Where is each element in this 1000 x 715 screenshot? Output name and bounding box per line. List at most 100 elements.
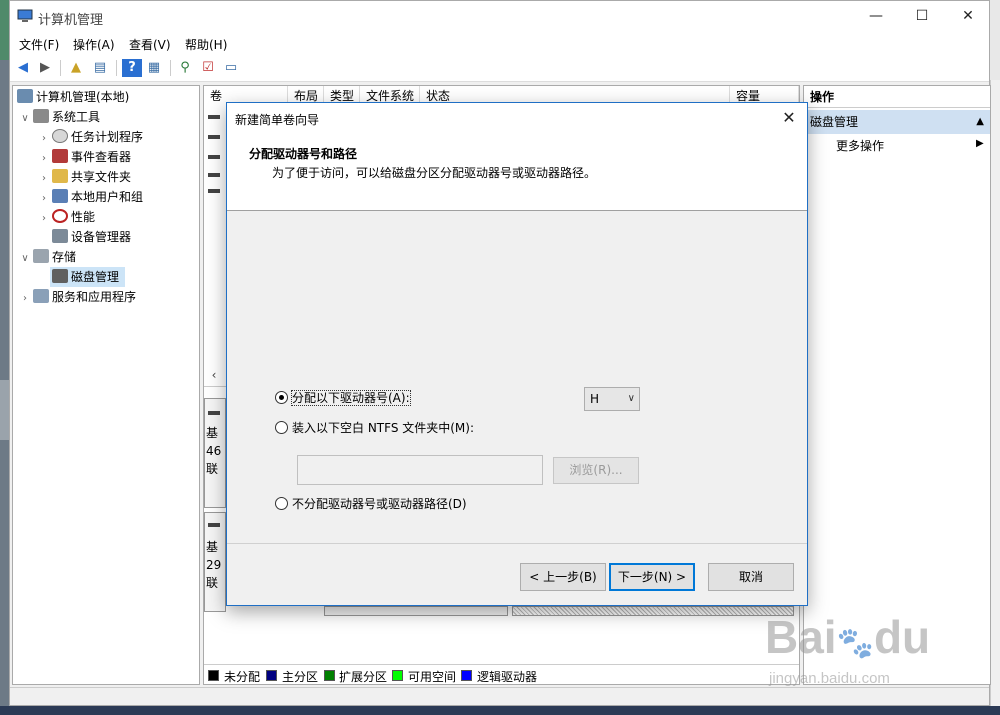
more-actions-item[interactable]: 更多操作 (836, 136, 884, 156)
clock-icon (52, 129, 68, 143)
submenu-arrow-icon: ▶ (976, 138, 984, 149)
navigation-tree: 计算机管理(本地) ∨ 系统工具 › 任务计划程序 › 事件查看器 › 共享文件夹 › 本… (12, 85, 200, 685)
chevron-right-icon[interactable]: › (38, 169, 50, 189)
minimize-button[interactable]: — (853, 1, 899, 31)
option-mount-folder[interactable]: 装入以下空白 NTFS 文件夹中(M): (275, 419, 474, 437)
tree-item-local-users[interactable]: › 本地用户和组 (38, 187, 143, 207)
volume-row-icon[interactable] (208, 112, 222, 122)
checklist-icon[interactable]: ☑ (198, 59, 218, 77)
tree-item-shared-folders[interactable]: › 共享文件夹 (38, 167, 131, 187)
dialog-title-bar: 新建简单卷向导 ✕ (227, 103, 807, 133)
legend-label-primary: 主分区 (282, 670, 319, 684)
menu-help[interactable]: 帮助(H) (185, 36, 227, 53)
dialog-title: 新建简单卷向导 (235, 113, 320, 127)
radio-assign-letter[interactable] (275, 391, 288, 404)
chevron-right-icon[interactable]: › (19, 289, 31, 309)
chevron-down-icon[interactable]: ∨ (19, 109, 31, 129)
drive-letter-select[interactable]: H ∨ (584, 387, 640, 411)
legend: 未分配 主分区 扩展分区 可用空间 逻辑驱动器 (204, 664, 799, 684)
menu-view[interactable]: 查看(V) (129, 36, 171, 53)
disk-icon (52, 269, 68, 283)
actions-panel: 操作 磁盘管理 ▲ 更多操作 ▶ (803, 85, 991, 685)
menu-bar: 文件(F) 操作(A) 查看(V) 帮助(H) (10, 33, 989, 55)
show-hide-tree-icon[interactable]: ▤ (90, 59, 110, 77)
taskbar-strip (0, 706, 1000, 715)
option-assign-letter[interactable]: 分配以下驱动器号(A): (275, 389, 411, 407)
tree-item-device-manager[interactable]: 设备管理器 (50, 227, 131, 247)
actions-section-disk-management[interactable]: 磁盘管理 ▲ (804, 110, 990, 134)
dialog-button-separator (227, 543, 807, 544)
dialog-heading: 分配驱动器号和路径 (249, 147, 358, 161)
radio-mount-folder[interactable] (275, 421, 288, 434)
tree-item-services-apps[interactable]: › 服务和应用程序 (19, 287, 136, 307)
chevron-right-icon[interactable]: › (38, 209, 50, 229)
computer-management-icon (17, 9, 33, 22)
disk-0-icon (208, 408, 222, 418)
back-button[interactable]: < 上一步(B) (520, 563, 606, 591)
menu-action[interactable]: 操作(A) (73, 36, 115, 53)
folder-path-input[interactable] (297, 455, 543, 485)
up-folder-icon[interactable]: ▲ (66, 59, 86, 77)
help-icon[interactable]: ? (122, 59, 142, 77)
legend-label-logical: 逻辑驱动器 (477, 670, 538, 684)
unallocated-bar[interactable] (512, 606, 794, 616)
volume-row-icon[interactable] (208, 132, 222, 142)
chevron-down-icon[interactable]: ∨ (19, 249, 31, 269)
tree-item-event-viewer[interactable]: › 事件查看器 (38, 147, 131, 167)
disk-0-status: 联 (206, 462, 219, 476)
services-icon (33, 289, 49, 303)
tree-item-task-scheduler[interactable]: › 任务计划程序 (38, 127, 143, 147)
back-arrow-icon[interactable]: ◀ (13, 59, 33, 77)
legend-swatch-logical (461, 670, 472, 681)
disk-1-size: 29 (206, 558, 222, 572)
legend-swatch-extended (324, 670, 335, 681)
radio-no-letter[interactable] (275, 497, 288, 510)
chevron-right-icon[interactable]: › (38, 129, 50, 149)
disk-1-status: 联 (206, 576, 219, 590)
dialog-header: 分配驱动器号和路径 为了便于访问，可以给磁盘分区分配驱动器号或驱动器路径。 (227, 133, 807, 211)
title-bar: 计算机管理 — ☐ ✕ (10, 1, 989, 33)
maximize-button[interactable]: ☐ (899, 1, 945, 31)
desktop-background-left (0, 0, 9, 715)
partition-bar[interactable] (324, 606, 508, 616)
collapse-up-icon[interactable]: ▲ (976, 110, 984, 134)
next-button[interactable]: 下一步(N) > (609, 563, 695, 591)
legend-label-free: 可用空间 (408, 670, 457, 684)
device-manager-icon (52, 229, 68, 243)
tree-item-disk-management[interactable]: 磁盘管理 (50, 267, 126, 287)
tree-item-system-tools[interactable]: ∨ 系统工具 (19, 107, 100, 127)
chevron-right-icon[interactable]: › (38, 149, 50, 169)
console-icon[interactable]: ▭ (221, 59, 241, 77)
volume-row-icon[interactable] (208, 152, 222, 162)
chevron-right-icon[interactable]: › (38, 189, 50, 209)
properties-icon[interactable]: ▦ (144, 59, 164, 77)
browse-button[interactable]: 浏览(R)... (553, 457, 639, 484)
legend-label-extended: 扩展分区 (339, 670, 388, 684)
forward-arrow-icon[interactable]: ▶ (35, 59, 55, 77)
close-button[interactable]: ✕ (945, 1, 991, 31)
toolbar: ◀ ▶ ▲ ▤ ? ▦ ⚲ ☑ ▭ (10, 55, 989, 82)
tree-item-storage[interactable]: ∨ 存储 (19, 247, 76, 267)
storage-icon (33, 249, 49, 263)
cancel-button[interactable]: 取消 (708, 563, 794, 591)
connect-icon[interactable]: ⚲ (175, 59, 195, 77)
disk-0-size: 46 (206, 444, 222, 458)
performance-icon (52, 209, 68, 223)
dialog-close-icon[interactable]: ✕ (777, 107, 801, 129)
disk-1-icon (208, 520, 222, 530)
users-icon (52, 189, 68, 203)
legend-label-unallocated: 未分配 (224, 670, 261, 684)
tree-item-computer-management[interactable]: 计算机管理(本地) (15, 87, 129, 107)
disk-1-type: 基 (206, 540, 219, 554)
scroll-left-icon[interactable]: ‹ (204, 368, 224, 386)
event-viewer-icon (52, 149, 68, 163)
volume-row-icon[interactable] (208, 186, 222, 196)
shared-folder-icon (52, 169, 68, 183)
window-title: 计算机管理 (38, 13, 104, 28)
computer-icon (17, 89, 33, 103)
volume-row-icon[interactable] (208, 170, 222, 180)
legend-swatch-free (392, 670, 403, 681)
option-no-letter[interactable]: 不分配驱动器号或驱动器路径(D) (275, 495, 467, 513)
menu-file[interactable]: 文件(F) (19, 36, 59, 53)
tree-item-performance[interactable]: › 性能 (38, 207, 95, 227)
